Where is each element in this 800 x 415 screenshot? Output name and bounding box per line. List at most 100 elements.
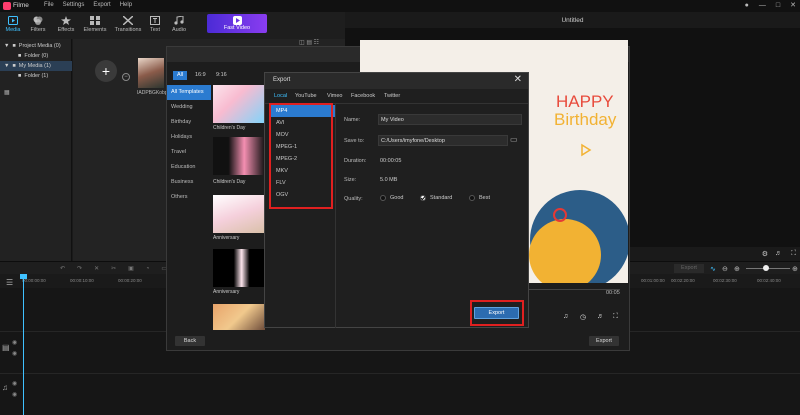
tree-item-label: Folder (1)	[24, 73, 49, 79]
account-icon[interactable]: ●	[745, 2, 749, 9]
preview-export-button[interactable]: Export	[589, 336, 619, 346]
tree-project-media[interactable]: ▼ ■ Project Media (0)	[0, 41, 72, 51]
filters-icon	[25, 15, 51, 26]
category-business[interactable]: Business	[167, 175, 211, 190]
ratio-all[interactable]: All	[173, 71, 188, 80]
tool-media[interactable]: Media	[0, 15, 26, 33]
caret-down-icon[interactable]: ▼	[4, 63, 9, 69]
name-label: Name:	[344, 117, 361, 123]
menu-settings[interactable]: Settings	[63, 2, 85, 8]
template-thumbnail[interactable]	[213, 304, 265, 330]
playhead-handle[interactable]	[20, 274, 27, 279]
template-label: Anniversary	[213, 235, 240, 241]
tool-transitions[interactable]: Transitions	[113, 15, 143, 33]
tool-elements[interactable]: Elements	[82, 15, 108, 33]
zoom-slider-handle[interactable]	[763, 265, 769, 271]
quality-standard[interactable]: Standard	[420, 195, 452, 201]
remove-icon[interactable]: −	[122, 73, 130, 81]
tree-project-folder[interactable]: ■ Folder (0)	[0, 51, 72, 61]
template-thumbnail[interactable]	[213, 195, 265, 233]
close-window-icon[interactable]: ✕	[790, 1, 796, 9]
fullscreen-icon[interactable]: ⛶	[613, 313, 618, 321]
category-holidays[interactable]: Holidays	[167, 130, 211, 145]
track-visibility-icon[interactable]: ◉	[12, 339, 17, 346]
cut-icon[interactable]: ✂	[111, 265, 116, 272]
add-media-button[interactable]: +	[95, 60, 117, 82]
folder-icon: ■	[12, 63, 16, 69]
tab-twitter[interactable]: Twitter	[384, 93, 400, 99]
undo-icon[interactable]: ↶	[60, 265, 65, 272]
radio-button[interactable]	[469, 195, 475, 201]
export-dialog-title: Export	[265, 73, 528, 89]
caret-down-icon[interactable]: ▼	[4, 43, 9, 49]
template-thumbnail[interactable]	[213, 249, 265, 287]
crop-icon[interactable]: ▣	[128, 265, 134, 272]
timeline-menu-icon[interactable]: ☰	[6, 278, 13, 287]
redo-icon[interactable]: ↷	[77, 265, 82, 272]
quality-good[interactable]: Good	[380, 195, 403, 201]
clock-icon[interactable]: ◷	[580, 313, 586, 321]
minimize-icon[interactable]: —	[759, 2, 766, 9]
duration-value: 00:00:05	[380, 158, 402, 164]
tree-my-folder[interactable]: ■ Folder (1)	[0, 71, 72, 81]
category-wedding[interactable]: Wedding	[167, 100, 211, 115]
menu-export[interactable]: Export	[93, 2, 110, 8]
zoom-fit-icon[interactable]: ⊕	[792, 265, 798, 273]
tool-audio[interactable]: Audio	[166, 15, 192, 33]
zoom-out-icon[interactable]: ⊖	[722, 265, 728, 273]
title-bar: Filme File Settings Export Help ● — □ ✕	[0, 0, 800, 12]
fast-video-button[interactable]: Fast Video	[207, 14, 267, 33]
tool-elements-label: Elements	[83, 27, 107, 33]
preview-time: 00:05	[606, 290, 620, 296]
category-others[interactable]: Others	[167, 190, 211, 205]
name-input[interactable]: My Video	[378, 114, 522, 125]
category-birthday[interactable]: Birthday	[167, 115, 211, 130]
media-thumbnail[interactable]	[138, 58, 164, 88]
category-education[interactable]: Education	[167, 160, 211, 175]
timeline-export-button[interactable]: Export	[674, 264, 704, 273]
radio-button[interactable]	[380, 195, 386, 201]
template-thumbnail[interactable]	[213, 85, 265, 123]
zoom-in-icon[interactable]: ⊕	[734, 265, 740, 273]
category-all-templates[interactable]: All Templates	[167, 85, 211, 100]
fullscreen-icon[interactable]: ⛶	[791, 250, 796, 258]
category-travel[interactable]: Travel	[167, 145, 211, 160]
menu-file[interactable]: File	[44, 2, 54, 8]
tool-filters[interactable]: Filters	[25, 15, 51, 33]
tool-filters-label: Filters	[30, 27, 46, 33]
save-to-label: Save to:	[344, 138, 365, 144]
music-icon[interactable]: ♫	[563, 313, 568, 320]
new-folder-icon[interactable]: ▦	[4, 89, 10, 96]
volume-icon[interactable]: ♬	[597, 313, 604, 320]
tool-audio-label: Audio	[171, 27, 187, 33]
tree-item-label: My Media (1)	[18, 63, 51, 69]
menu-help[interactable]: Help	[120, 2, 132, 8]
tool-text[interactable]: Text	[142, 15, 168, 33]
tool-effects[interactable]: Effects	[53, 15, 79, 33]
back-button[interactable]: Back	[175, 336, 205, 346]
ratio-9-16[interactable]: 9:16	[212, 71, 231, 80]
settings-gear-icon[interactable]: ⚙	[762, 250, 768, 258]
speed-icon[interactable]: ◔	[146, 266, 150, 272]
track-lock-icon[interactable]: ◉	[12, 350, 17, 357]
tab-vimeo[interactable]: Vimeo	[327, 93, 343, 99]
volume-icon[interactable]: ♬	[775, 250, 782, 257]
tab-local[interactable]: Local	[274, 93, 287, 99]
track-mute-icon[interactable]: ◉	[12, 380, 17, 387]
template-thumbnail[interactable]	[213, 137, 265, 175]
track-lock-icon[interactable]: ◉	[12, 391, 17, 398]
maximize-icon[interactable]: □	[776, 2, 780, 9]
tree-my-media[interactable]: ▼ ■ My Media (1)	[0, 61, 72, 71]
radio-checked-icon[interactable]	[420, 195, 426, 201]
close-icon[interactable]: ✕	[514, 74, 522, 85]
delete-icon[interactable]: ✕	[94, 265, 99, 272]
save-path-input[interactable]: C:/Users/imyfone/Desktop	[378, 135, 508, 146]
quality-best[interactable]: Best	[469, 195, 490, 201]
tab-facebook[interactable]: Facebook	[351, 93, 375, 99]
export-button[interactable]: Export	[474, 307, 519, 319]
ratio-16-9[interactable]: 16:9	[191, 71, 210, 80]
folder-browse-icon[interactable]: ▭	[510, 135, 518, 144]
playhead[interactable]	[23, 274, 24, 415]
tab-youtube[interactable]: YouTube	[295, 93, 317, 99]
snap-icon[interactable]: ∿	[710, 265, 716, 273]
